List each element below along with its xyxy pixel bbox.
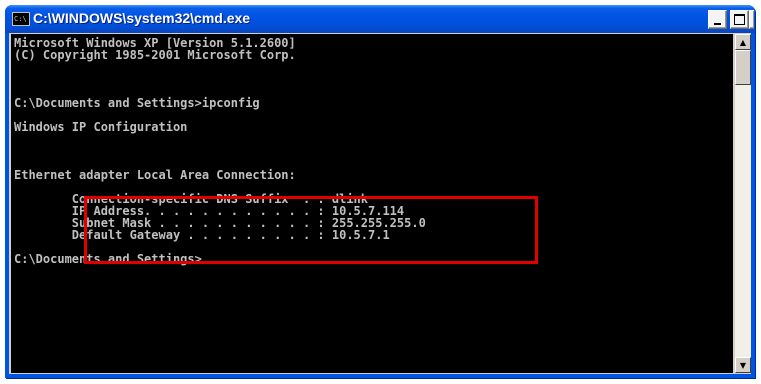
window-frame: Microsoft Windows XP [Version 5.1.2600](… (9, 33, 751, 374)
maximize-button[interactable] (730, 10, 749, 29)
window-title: C:\WINDOWS\system32\cmd.exe (33, 10, 251, 26)
scroll-up-button[interactable]: ▲ (735, 34, 751, 50)
cmd-app-icon[interactable]: C:\ (12, 12, 30, 26)
console-line: Ethernet adapter Local Area Connection: (14, 168, 296, 182)
minimize-icon (714, 22, 721, 25)
highlight-box (84, 196, 538, 264)
close-button[interactable] (749, 10, 754, 29)
arrow-up-icon: ▲ (739, 37, 747, 47)
cmd-window: C:\ C:\WINDOWS\system32\cmd.exe Microsof… (5, 5, 755, 378)
console-line: C:\Documents and Settings>ipconfig (14, 96, 260, 110)
scroll-thumb[interactable] (735, 50, 751, 85)
scroll-down-button[interactable]: ▼ (735, 357, 751, 373)
console-line: (C) Copyright 1985-2001 Microsoft Corp. (14, 48, 296, 62)
console-output[interactable]: Microsoft Windows XP [Version 5.1.2600](… (11, 34, 733, 373)
title-bar[interactable]: C:\ C:\WINDOWS\system32\cmd.exe (5, 5, 755, 33)
arrow-down-icon: ▼ (739, 360, 747, 370)
console-line: Windows IP Configuration (14, 120, 188, 134)
vertical-scrollbar[interactable]: ▲ ▼ (735, 34, 751, 373)
minimize-button[interactable] (708, 10, 727, 29)
maximize-icon (734, 14, 745, 25)
